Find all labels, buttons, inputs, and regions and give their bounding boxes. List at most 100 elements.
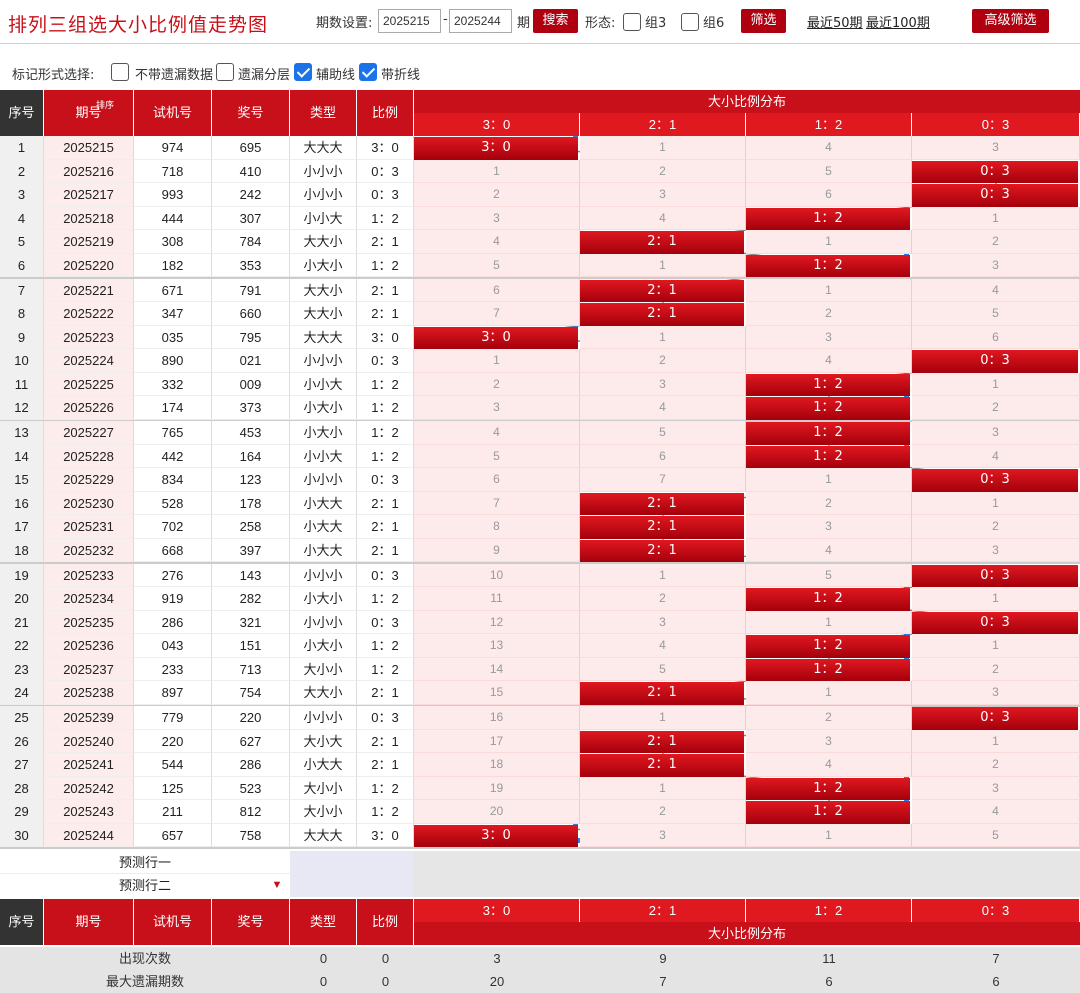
miss-count: 3 [580,823,746,847]
predict-input-area[interactable] [290,850,414,897]
hit-marker: 1：2 [746,422,910,445]
miss-count: 4 [746,349,912,373]
miss-count: 4 [414,230,580,254]
hit-marker: 2：1 [580,730,744,753]
miss-count: 5 [912,823,1080,847]
predict-chart-area[interactable] [414,850,1080,897]
search-button[interactable]: 搜索 [533,9,578,33]
stat-ratio: 0 [357,970,414,993]
miss-count: 1 [912,491,1080,515]
advanced-filter-button[interactable]: 高级筛选 [972,9,1049,33]
miss-count: 15 [414,681,580,705]
table-row-n: 29 [0,800,44,824]
predict-row-2[interactable]: 预测行二 [0,873,290,897]
table-row-issue: 2025216 [44,159,134,183]
miss-count: 20 [414,800,580,824]
no-miss-checkbox[interactable] [111,63,129,81]
period-to-input[interactable]: 2025244 [449,9,512,33]
table-row-issue: 2025237 [44,657,134,681]
miss-count: 2 [414,183,580,207]
table-row-draw: 791 [212,278,290,302]
table-row-draw: 812 [212,800,290,824]
miss-count: 4 [580,396,746,420]
table-row-issue: 2025220 [44,253,134,277]
table-row-issue: 2025219 [44,230,134,254]
hit-marker: 1：2 [746,254,910,277]
table-row-ratio: 1：2 [357,253,414,277]
table-row-draw: 258 [212,515,290,539]
table-row-trial: 974 [134,136,212,160]
miss-count: 3 [912,253,1080,277]
filter-button[interactable]: 筛选 [741,9,786,33]
col-header-5: 比例 [357,90,414,136]
table-row-trial: 668 [134,538,212,562]
hit-marker: 2：1 [580,279,744,302]
table-row-draw: 523 [212,776,290,800]
miss-count: 1 [912,206,1080,230]
miss-count: 6 [746,183,912,207]
table-row-draw: 009 [212,372,290,396]
miss-count: 11 [414,587,580,611]
table-row-ratio: 1：2 [357,657,414,681]
arrow-down-icon[interactable]: ▼ [270,874,284,897]
miss-count: 1 [580,136,746,160]
sort-icon[interactable]: 排序 [94,100,116,122]
footer-header-2: 试机号 [134,898,212,945]
stat-value: 9 [580,946,746,970]
miss-count: 2 [912,515,1080,539]
hit-marker: 0：3 [912,184,1078,207]
table-row-type: 小大小 [290,587,357,611]
table-row-issue: 2025236 [44,634,134,658]
polyline-checkbox[interactable] [359,63,377,81]
table-row-draw: 282 [212,587,290,611]
miss-layer-checkbox[interactable] [216,63,234,81]
table-row-trial: 993 [134,183,212,207]
miss-count: 4 [580,206,746,230]
table-row-ratio: 2：1 [357,302,414,326]
table-row-ratio: 0：3 [357,468,414,492]
table-row-ratio: 3：0 [357,136,414,160]
table-row-trial: 211 [134,800,212,824]
table-row-type: 小大大 [290,538,357,562]
table-row-draw: 373 [212,396,290,420]
group3-checkbox[interactable] [623,13,641,31]
table-row-issue: 2025229 [44,468,134,492]
recent-50-link[interactable]: 最近50期 [807,12,863,31]
table-row-draw: 286 [212,753,290,777]
predict-row-1[interactable]: 预测行一 [0,850,290,874]
table-row-issue: 2025231 [44,515,134,539]
table-row-draw: 021 [212,349,290,373]
table-row-ratio: 1：2 [357,396,414,420]
recent-100-link[interactable]: 最近100期 [866,12,930,31]
period-from-input[interactable]: 2025215 [378,9,441,33]
period-label: 期数设置: [316,16,373,31]
hit-marker: 3：0 [414,137,578,160]
table-row-issue: 2025226 [44,396,134,420]
hit-marker: 2：1 [580,516,744,539]
miss-count: 5 [746,563,912,587]
miss-count: 1 [746,468,912,492]
hit-marker: 2：1 [580,682,744,705]
guide-line-checkbox[interactable] [294,63,312,81]
miss-count: 1 [912,372,1080,396]
table-row-trial: 182 [134,253,212,277]
table-row-draw: 754 [212,681,290,705]
miss-count: 4 [912,800,1080,824]
group6-checkbox[interactable] [681,13,699,31]
table-row-draw: 353 [212,253,290,277]
miss-count: 3 [414,206,580,230]
table-row-trial: 174 [134,396,212,420]
footer-header-3: 奖号 [212,898,290,945]
miss-count: 4 [414,421,580,445]
miss-count: 4 [746,753,912,777]
table-row-ratio: 0：3 [357,610,414,634]
hit-marker: 2：1 [580,231,744,254]
hit-marker: 1：2 [746,445,910,468]
col-header-1[interactable]: 期号 [44,90,134,136]
miss-count: 2 [580,800,746,824]
table-row-draw: 795 [212,325,290,349]
table-row-type: 小小小 [290,610,357,634]
table-row-trial: 765 [134,421,212,445]
table-row-issue: 2025225 [44,372,134,396]
table-row-issue: 2025243 [44,800,134,824]
